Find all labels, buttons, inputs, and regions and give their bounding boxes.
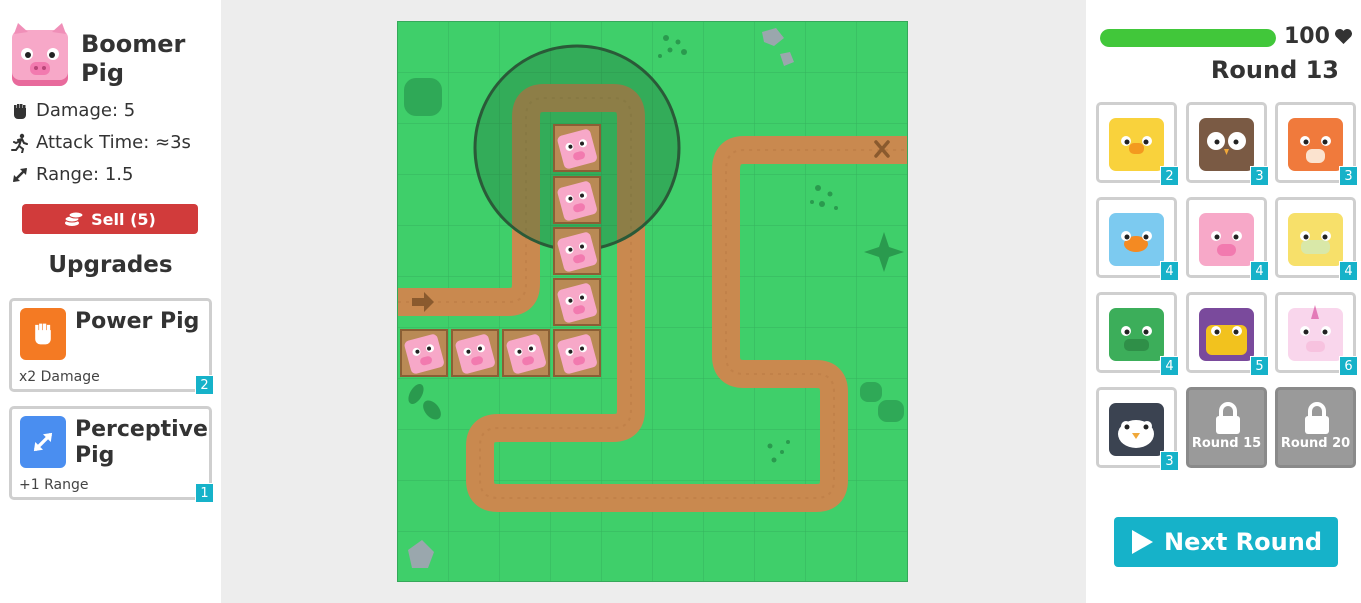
pig-tower-icon[interactable] [553,227,601,275]
pig-tower-icon[interactable] [400,329,448,377]
chick-icon [1109,118,1164,171]
upgrade-power-pig[interactable]: Power Pig x2 Damage 2 [9,298,214,395]
upgrade-name: Perceptive Pig [75,417,208,468]
shop-slot-locked[interactable]: Round 15 [1186,387,1267,468]
unlock-round-label: Round 15 [1191,436,1262,451]
bush-icon [404,78,442,116]
running-icon [11,133,28,153]
price-badge: 6 [1339,356,1358,376]
health-value: 100 [1284,24,1353,49]
shop-slot-chick[interactable]: 2 [1096,102,1179,186]
pig-tower-icon[interactable] [451,329,499,377]
upgrades-title: Upgrades [48,252,173,278]
shop-slot-squirrel[interactable]: 3 [1275,102,1358,186]
heart-icon [1334,28,1352,45]
lock-icon [1216,402,1240,434]
shop-slot-unicorn[interactable]: 6 [1275,292,1358,376]
range-arrows-icon [13,167,27,182]
witch-cat-icon [1199,308,1254,361]
damage-stat: Damage: 5 [10,100,135,121]
penguin-icon [1109,403,1164,456]
dragon-icon [1109,308,1164,361]
pig-icon [1199,213,1254,266]
upgrade-perceptive-pig[interactable]: Perceptive Pig +1 Range 1 [9,406,214,503]
health-bar-fill [1100,29,1276,47]
board-svg [398,22,907,581]
play-icon [1132,530,1153,554]
next-round-label: Next Round [1164,528,1322,556]
goldfish-bowl-icon [1109,213,1164,266]
price-badge: 4 [1339,261,1358,281]
price-badge: 3 [1250,166,1269,186]
shop-slot-goldfish-bowl[interactable]: 4 [1096,197,1179,281]
coins-icon [64,211,84,226]
upgrade-cost-badge: 2 [195,375,214,395]
tower-name: Boomer Pig [81,30,186,87]
tower-info-panel: Boomer Pig Damage: 5 Attack Time: ≈3s Ra… [0,0,221,603]
health-number: 100 [1284,24,1330,49]
range-arrows-icon [20,416,66,468]
shop-slot-locked[interactable]: Round 20 [1275,387,1356,468]
owl-icon [1199,118,1254,171]
lock-icon [1305,402,1329,434]
price-badge: 3 [1160,451,1179,471]
pig-face-icon [12,23,68,86]
pig-tower-icon[interactable] [553,124,601,172]
sell-button-label: Sell (5) [91,209,156,229]
lion-icon [1288,213,1343,266]
price-badge: 4 [1160,356,1179,376]
game-board[interactable] [397,21,908,582]
health-bar [1100,29,1276,47]
upgrade-description: +1 Range [19,477,89,493]
shop-slot-pig[interactable]: 4 [1186,197,1269,281]
upgrade-name: Power Pig [75,309,200,334]
pig-tower-icon[interactable] [502,329,550,377]
shop-slot-dragon[interactable]: 4 [1096,292,1179,376]
next-round-button[interactable]: Next Round [1114,517,1338,567]
shop-slot-owl[interactable]: 3 [1186,102,1269,186]
fist-icon [14,103,26,119]
attack-time-stat: Attack Time: ≈3s [10,132,191,153]
round-label: Round 13 [1210,56,1339,84]
attack-time-stat-text: Attack Time: ≈3s [36,132,191,153]
squirrel-icon [1288,118,1343,171]
unlock-round-label: Round 20 [1280,436,1351,451]
price-badge: 4 [1160,261,1179,281]
fist-icon [20,308,66,360]
sell-button[interactable]: Sell (5) [22,204,198,234]
range-stat-text: Range: 1.5 [36,164,134,185]
pig-tower-icon[interactable] [553,176,601,224]
upgrade-cost-badge: 1 [195,483,214,503]
damage-stat-text: Damage: 5 [36,100,136,121]
pig-tower-icon[interactable] [553,329,601,377]
price-badge: 3 [1339,166,1358,186]
price-badge: 4 [1250,261,1269,281]
shop-panel: 100 Round 13 2 3 3 4 4 4 4 5 6 3 Round 15 Round 20 … [1086,0,1361,603]
upgrade-description: x2 Damage [19,369,100,385]
shop-slot-penguin[interactable]: 3 [1096,387,1179,471]
shop-slot-lion[interactable]: 4 [1275,197,1358,281]
range-stat: Range: 1.5 [10,164,133,185]
price-badge: 2 [1160,166,1179,186]
pig-tower-icon[interactable] [553,278,601,326]
shop-slot-witch-cat[interactable]: 5 [1186,292,1269,376]
price-badge: 5 [1250,356,1269,376]
unicorn-icon [1288,305,1343,361]
